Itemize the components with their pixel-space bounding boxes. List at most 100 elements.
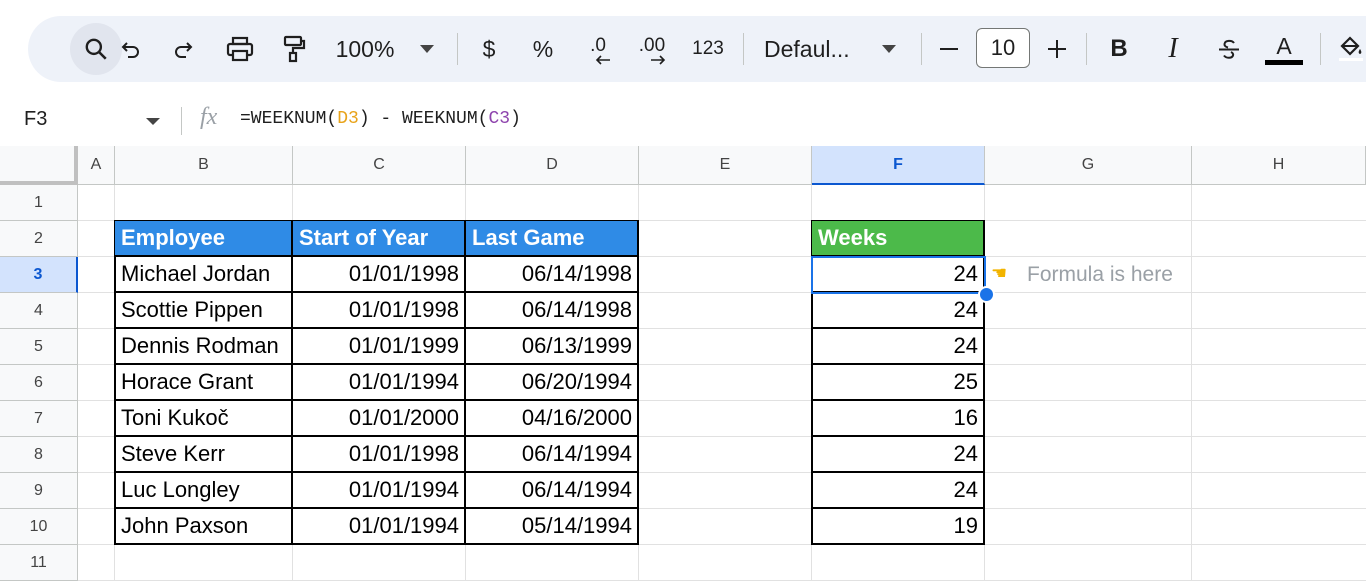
formula-mid: ) - WEEKNUM(: [358, 109, 489, 129]
increase-decimal-button[interactable]: .00: [632, 16, 672, 82]
column-header-c[interactable]: C: [293, 146, 466, 185]
currency-format-button[interactable]: $: [476, 16, 502, 82]
number-format-label: 123: [692, 38, 724, 59]
decrease-decimal-button[interactable]: .0: [580, 16, 616, 82]
name-box[interactable]: F3: [24, 108, 47, 131]
redo-icon[interactable]: [168, 16, 198, 82]
more-formats-button[interactable]: 123: [688, 16, 728, 82]
search-icon[interactable]: [70, 16, 122, 82]
column-header-f[interactable]: F: [812, 146, 985, 185]
minus-icon[interactable]: [936, 16, 962, 82]
last-game-cell[interactable]: 04/16/2000: [466, 401, 639, 437]
row-header-11[interactable]: 11: [0, 545, 78, 581]
row-header-4[interactable]: 4: [0, 293, 78, 329]
formula-ref-d3: D3: [337, 109, 359, 129]
toolbar-divider: [457, 33, 458, 65]
weeks-header-cell: Weeks: [812, 221, 985, 257]
increase-decimal-label: .00: [638, 35, 666, 56]
row-header-5[interactable]: 5: [0, 329, 78, 365]
weeks-value-cell[interactable]: 16: [812, 401, 985, 437]
row-header-7[interactable]: 7: [0, 401, 78, 437]
italic-button[interactable]: I: [1160, 16, 1186, 82]
employee-cell[interactable]: Horace Grant: [115, 365, 293, 401]
start-of-year-cell[interactable]: 01/01/2000: [293, 401, 466, 437]
weeks-value-cell[interactable]: 19: [812, 509, 985, 545]
decrease-decimal-label: .0: [590, 35, 606, 56]
column-header-h[interactable]: H: [1192, 146, 1366, 185]
last-game-cell[interactable]: 06/14/1994: [466, 473, 639, 509]
percent-format-button[interactable]: %: [530, 16, 556, 82]
undo-icon[interactable]: [116, 16, 146, 82]
employee-cell[interactable]: Luc Longley: [115, 473, 293, 509]
last-game-cell[interactable]: 06/14/1998: [466, 293, 639, 329]
formula-bar-divider: [181, 107, 182, 135]
gridline-vertical: [1191, 185, 1192, 581]
select-all-corner[interactable]: [0, 146, 78, 185]
start-of-year-cell[interactable]: 01/01/1994: [293, 473, 466, 509]
start-of-year-cell[interactable]: 01/01/1994: [293, 365, 466, 401]
weeks-value-cell[interactable]: 25: [812, 365, 985, 401]
formula-prefix: =WEEKNUM(: [240, 109, 338, 129]
weeks-value-cell[interactable]: 24: [812, 473, 985, 509]
plus-icon[interactable]: [1044, 16, 1070, 82]
sheet-grid: A B C D E F G H 1 2 3 4 5 6 7 8 9 10 11 Employee Start of Ye…: [0, 146, 1366, 585]
row-header-10[interactable]: 10: [0, 509, 78, 545]
arrow-left-icon: [595, 55, 610, 65]
zoom-select[interactable]: 100%: [330, 16, 400, 82]
table-header-cell: Last Game: [466, 221, 639, 257]
column-header-d[interactable]: D: [466, 146, 639, 185]
fx-icon: fx: [200, 104, 218, 130]
text-color-swatch: [1265, 59, 1303, 65]
start-of-year-cell[interactable]: 01/01/1994: [293, 509, 466, 545]
row-header-1[interactable]: 1: [0, 185, 78, 221]
fill-color-icon[interactable]: [1334, 16, 1366, 82]
row-header-2[interactable]: 2: [0, 221, 78, 257]
row-header-6[interactable]: 6: [0, 365, 78, 401]
gridline-horizontal: [78, 580, 1366, 581]
row-header-9[interactable]: 9: [0, 473, 78, 509]
print-icon[interactable]: [220, 16, 260, 82]
zoom-value: 100%: [335, 35, 395, 62]
employee-cell[interactable]: John Paxson: [115, 509, 293, 545]
start-of-year-cell[interactable]: 01/01/1999: [293, 329, 466, 365]
employee-cell[interactable]: Steve Kerr: [115, 437, 293, 473]
currency-label: $: [482, 35, 496, 62]
last-game-cell[interactable]: 06/14/1994: [466, 437, 639, 473]
bold-button[interactable]: B: [1106, 16, 1132, 82]
fill-handle[interactable]: [978, 286, 995, 303]
column-header-e[interactable]: E: [639, 146, 812, 185]
employee-cell[interactable]: Dennis Rodman: [115, 329, 293, 365]
font-size-input[interactable]: 10: [976, 28, 1030, 68]
name-box-dropdown-icon[interactable]: [146, 118, 160, 125]
font-dropdown-icon[interactable]: [878, 16, 900, 82]
selected-cell-outline[interactable]: [811, 256, 986, 294]
paint-format-icon[interactable]: [274, 16, 314, 82]
formula-input[interactable]: =WEEKNUM(D3) - WEEKNUM(C3): [240, 109, 521, 129]
employee-cell[interactable]: Michael Jordan: [115, 257, 293, 293]
strikethrough-icon[interactable]: [1214, 16, 1244, 82]
toolbar: 100% $ % .0 .00 123 Defaul... 10 B I A: [28, 16, 1366, 82]
text-color-button[interactable]: A: [1264, 16, 1304, 82]
arrow-right-icon: [651, 55, 666, 65]
last-game-cell[interactable]: 06/20/1994: [466, 365, 639, 401]
last-game-cell[interactable]: 05/14/1994: [466, 509, 639, 545]
last-game-cell[interactable]: 06/14/1998: [466, 257, 639, 293]
column-header-a[interactable]: A: [78, 146, 115, 185]
start-of-year-cell[interactable]: 01/01/1998: [293, 437, 466, 473]
italic-label: I: [1168, 33, 1178, 64]
font-select[interactable]: Defaul...: [764, 16, 864, 82]
start-of-year-cell[interactable]: 01/01/1998: [293, 257, 466, 293]
pointing-hand-icon: ☚: [991, 263, 1008, 283]
employee-cell[interactable]: Scottie Pippen: [115, 293, 293, 329]
row-header-3[interactable]: 3: [0, 257, 78, 293]
start-of-year-cell[interactable]: 01/01/1998: [293, 293, 466, 329]
last-game-cell[interactable]: 06/13/1999: [466, 329, 639, 365]
weeks-value-cell[interactable]: 24: [812, 293, 985, 329]
employee-cell[interactable]: Toni Kukoč: [115, 401, 293, 437]
zoom-dropdown-icon[interactable]: [416, 16, 438, 82]
column-header-g[interactable]: G: [985, 146, 1192, 185]
weeks-value-cell[interactable]: 24: [812, 329, 985, 365]
row-header-8[interactable]: 8: [0, 437, 78, 473]
weeks-value-cell[interactable]: 24: [812, 437, 985, 473]
column-header-b[interactable]: B: [115, 146, 293, 185]
